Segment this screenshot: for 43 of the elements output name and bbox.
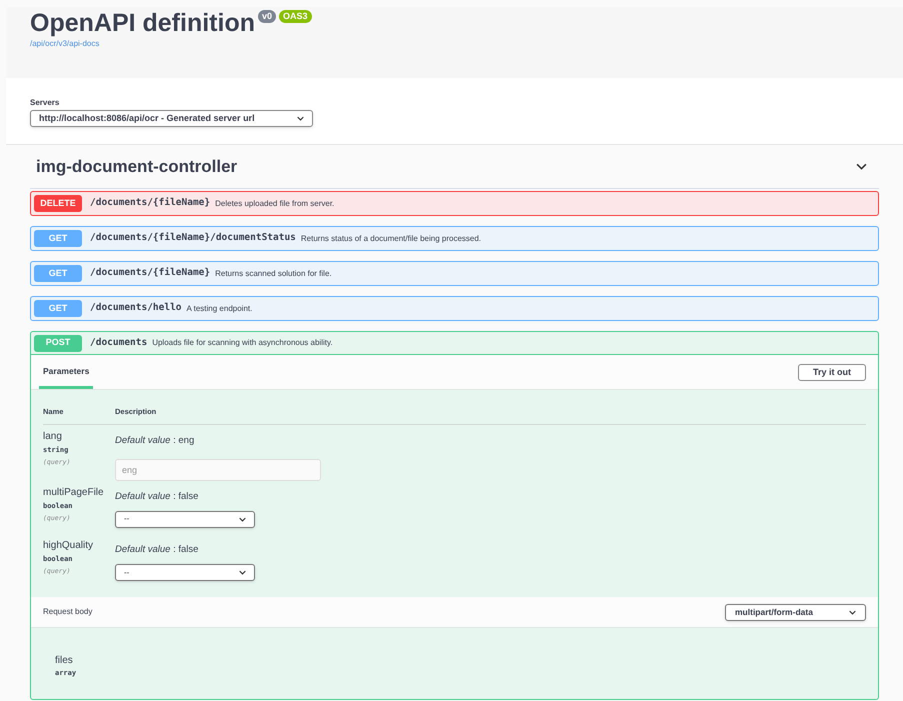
operation-path: /documents/{fileName} bbox=[90, 266, 210, 280]
operation-path: /documents/{fileName} bbox=[90, 196, 210, 210]
operation-summary[interactable]: GET /documents/{fileName}/documentStatus Returns status of a document/file being processed. bbox=[31, 227, 878, 250]
operation-summary-text: Deletes uploaded file from server. bbox=[215, 198, 334, 210]
operation-summary-text: Returns scanned solution for file. bbox=[215, 268, 332, 280]
parameter-select[interactable]: -- bbox=[115, 564, 255, 581]
chevron-icon bbox=[849, 610, 856, 614]
operation-summary[interactable]: DELETE /documents/{fileName} Deletes uploaded file from server. bbox=[31, 192, 878, 215]
parameter-name: lang bbox=[43, 430, 63, 444]
operation-summary-text: Returns status of a document/file being processed. bbox=[300, 232, 482, 244]
chevron-icon bbox=[297, 116, 304, 121]
default-value-text: Default value : eng bbox=[115, 434, 196, 448]
method-badge: POST bbox=[34, 334, 82, 352]
content-type-select[interactable]: multipart/form-data bbox=[725, 604, 866, 620]
server-select[interactable]: http://localhost:8086/api/ocr - Generated server url bbox=[30, 110, 313, 127]
chevron-icon bbox=[239, 570, 246, 575]
operation-path: /documents/{fileName}/documentStatus bbox=[90, 231, 296, 246]
operation-summary[interactable]: GET /documents/{fileName} Returns scanned solution for file. bbox=[31, 262, 878, 285]
version-badge: v0 bbox=[258, 10, 276, 23]
try-it-out-button[interactable]: Try it out bbox=[798, 364, 866, 381]
operation-summary-text: Uploads file for scanning with asynchronous ability. bbox=[152, 337, 333, 349]
parameters-tab[interactable]: Parameters bbox=[39, 365, 94, 389]
operation-path: /documents bbox=[90, 336, 148, 350]
method-badge: GET bbox=[34, 300, 82, 317]
page-title: OpenAPI definition bbox=[30, 9, 255, 37]
parameter-name: highQuality bbox=[43, 538, 94, 553]
parameter-input[interactable]: eng bbox=[115, 458, 321, 480]
operation-path: /documents/hello bbox=[90, 301, 182, 316]
default-value-text: Default value : false bbox=[115, 490, 200, 504]
method-badge: DELETE bbox=[34, 195, 82, 212]
parameter-select[interactable]: -- bbox=[115, 510, 255, 528]
operation-summary-text: A testing endpoint. bbox=[186, 302, 252, 314]
default-value-text: Default value : false bbox=[115, 542, 200, 557]
servers-label: Servers bbox=[30, 97, 60, 109]
method-badge: GET bbox=[34, 230, 82, 247]
chevron-icon bbox=[239, 516, 246, 522]
tag-header[interactable]: img-document-controller bbox=[30, 145, 879, 189]
body-field-name: files bbox=[55, 654, 74, 667]
spec-badge: OAS3 bbox=[279, 10, 312, 23]
operation-summary[interactable]: GET /documents/hello A testing endpoint. bbox=[31, 297, 878, 320]
request-body-label: Request body bbox=[43, 606, 92, 618]
parameter-name: multiPageFile bbox=[43, 486, 105, 500]
method-badge: GET bbox=[34, 265, 82, 282]
